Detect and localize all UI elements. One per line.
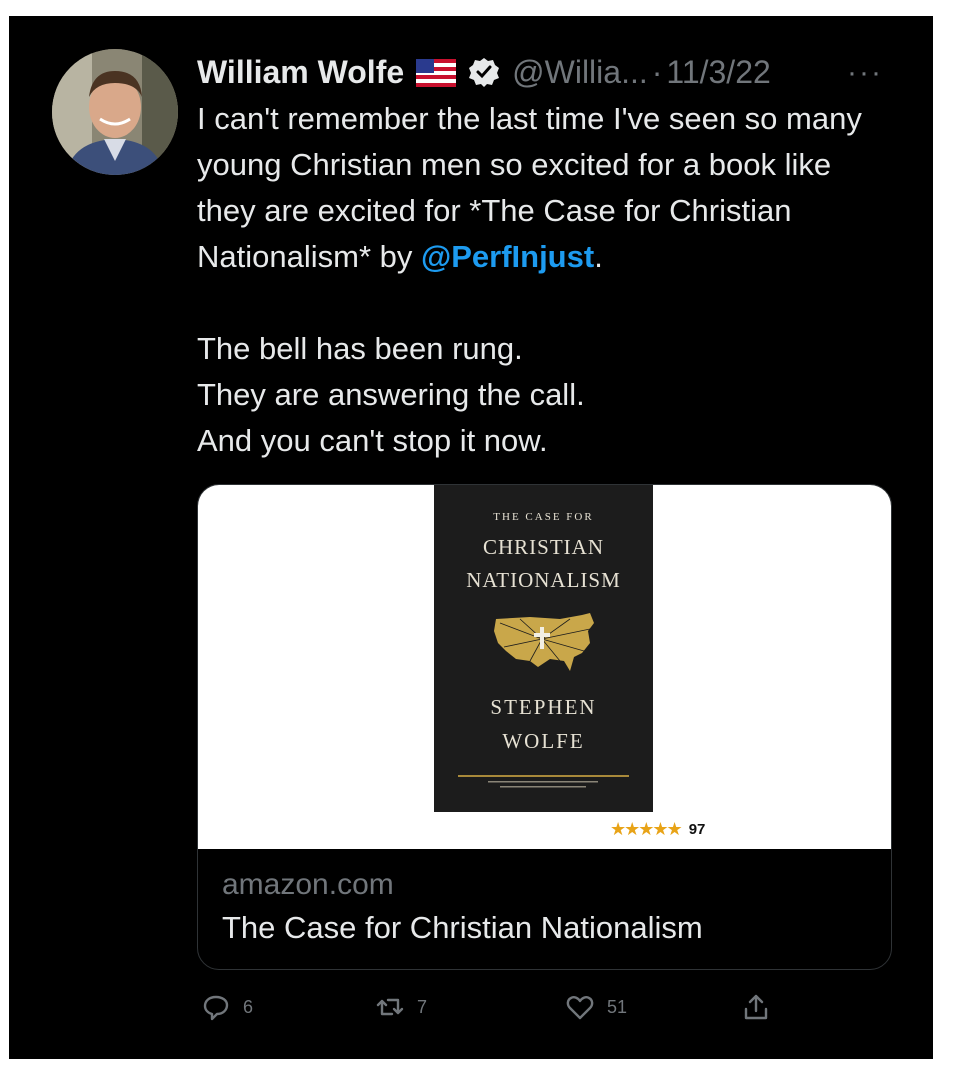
rating-stars: ★★★★★ (610, 819, 683, 839)
link-preview-card[interactable]: THE CASE FOR CHRISTIAN NATIONALISM STEPH… (197, 484, 892, 970)
retweet-button[interactable]: 7 (375, 992, 427, 1022)
card-meta[interactable]: amazon.com The Case for Christian Nation… (222, 865, 703, 951)
retweet-count: 7 (417, 996, 428, 1017)
tweet-text-end: . (594, 239, 603, 274)
tweet-paragraph-1: I can't remember the last time I've seen… (197, 96, 897, 280)
book-author-line-1: STEPHEN (490, 695, 597, 719)
reply-button[interactable]: 6 (201, 992, 253, 1022)
book-kicker: THE CASE FOR (493, 511, 594, 523)
author-name[interactable]: William Wolfe (197, 54, 404, 91)
retweet-icon (376, 998, 404, 1016)
tweet-actions: 6 7 51 (201, 992, 801, 1032)
header-separator: · (651, 53, 663, 90)
usa-map-cross-icon (494, 613, 594, 671)
more-options-icon[interactable]: ··· (847, 56, 883, 90)
tweet-line-2: The bell has been rung. (197, 331, 523, 366)
us-flag-icon (416, 58, 457, 87)
like-count: 51 (607, 996, 628, 1017)
tweet-header: William Wolfe @Willia... · 11/3/22 (197, 50, 771, 94)
heart-icon (566, 996, 594, 1020)
tweet-date[interactable]: 11/3/22 (666, 54, 770, 91)
card-image[interactable]: THE CASE FOR CHRISTIAN NATIONALISM STEPH… (198, 485, 891, 849)
product-rating: ★★★★★ 97 (610, 819, 705, 840)
book-title-line-2: NATIONALISM (466, 568, 621, 592)
tweet-text: I can't remember the last time I've seen… (197, 96, 897, 464)
share-icon (744, 994, 768, 1020)
tweet-card[interactable]: William Wolfe @Willia... · 11/3/22 ··· I… (9, 16, 933, 1059)
reply-count: 6 (243, 996, 254, 1017)
verified-badge-icon (468, 56, 500, 88)
card-title: The Case for Christian Nationalism (222, 910, 703, 945)
book-blurb (458, 775, 629, 788)
mention-link[interactable]: @PerfInjust (421, 239, 594, 274)
book-author-line-2: WOLFE (502, 729, 585, 753)
author-handle[interactable]: @Willia... (512, 54, 648, 91)
rating-count: 97 (688, 821, 706, 838)
avatar-photo (52, 49, 178, 175)
like-button[interactable]: 51 (565, 992, 627, 1022)
author-avatar[interactable] (52, 49, 178, 175)
card-domain: amazon.com (222, 868, 394, 901)
book-title-line-1: CHRISTIAN (482, 535, 604, 559)
tweet-line-4: And you can't stop it now. (197, 423, 548, 458)
book-cover: THE CASE FOR CHRISTIAN NATIONALISM STEPH… (434, 485, 653, 812)
reply-icon (203, 995, 229, 1021)
share-button[interactable] (741, 992, 771, 1022)
tweet-line-3: They are answering the call. (197, 377, 585, 412)
